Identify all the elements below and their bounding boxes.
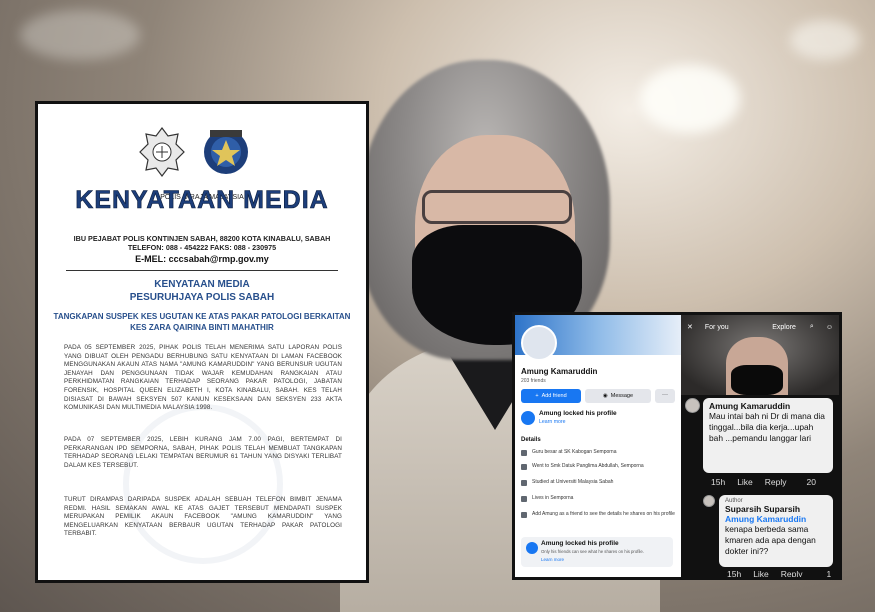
profile-icon[interactable]: ☺ (826, 324, 833, 331)
story-mask (731, 365, 783, 395)
tab-explore[interactable]: Explore (772, 324, 796, 331)
comment-bubble: Author Suparsih Suparsih Amung Kamaruddi… (719, 495, 833, 567)
detail-row: Lives in Semporna (521, 495, 677, 502)
locked-card-subtitle: Only his friends can see what he shares … (541, 549, 644, 554)
shield-icon (521, 411, 535, 425)
more-icon (521, 511, 527, 518)
mention-link[interactable]: Amung Kamaruddin (725, 514, 827, 524)
ceiling-light (20, 10, 140, 60)
phone-line: TELEFON: 088 - 454222 FAKS: 088 - 230975 (127, 243, 277, 252)
reaction-count: 1 (826, 569, 832, 579)
comment-time: 15h (727, 569, 742, 579)
profile-name: Amung Kamaruddin (521, 367, 598, 376)
reaction-count: 20 (806, 477, 816, 487)
details-heading: Details (521, 437, 541, 443)
reply-button[interactable]: Reply (765, 477, 787, 487)
home-icon (521, 495, 527, 502)
detail-row: Guru besar at SK Kabogan Semporna (521, 449, 677, 456)
comment-text: kenapa berbeda sama kmaren ada apa denga… (725, 524, 816, 556)
police-badge-icon (204, 130, 248, 174)
facebook-comments-panel: ✕ For you Explore ⌕ ☺ Amung Kamaruddin M… (681, 315, 839, 577)
detail-text: Add Amung as a friend to see the details… (532, 511, 675, 517)
locked-card-title: Amung locked his profile (541, 540, 619, 547)
headline-line-1: TANGKAPAN SUSPEK KES UGUTAN KE ATAS PAKA… (53, 312, 351, 321)
more-options-button[interactable]: ··· (655, 389, 675, 403)
learn-more-link[interactable]: Learn more (539, 419, 566, 425)
email-line: E-MEL: cccsabah@rmp.gov.my (135, 254, 269, 264)
detail-text: Lives in Semporna (532, 495, 574, 501)
news-collage: POLIS DIRAJA MALAYSIA KENYATAAN MEDIA IB… (0, 0, 875, 612)
paragraph-1: PADA 05 SEPTEMBER 2025, PIHAK POLIS TELA… (64, 344, 342, 412)
search-icon[interactable]: ⌕ (810, 323, 814, 331)
paragraph-3: TURUT DIRAMPAS DARIPADA SUSPEK ADALAH SE… (64, 496, 342, 538)
messenger-icon: ◉ (602, 393, 608, 399)
detail-row: Studied at Universiti Malaysia Sabah (521, 479, 677, 486)
comment-author[interactable]: Amung Kamaruddin (709, 401, 827, 411)
locked-profile-notice: Amung locked his profile Learn more (521, 409, 671, 431)
divider (66, 270, 338, 271)
add-friend-button[interactable]: + Add friend (521, 389, 581, 403)
message-button[interactable]: ◉ Message (585, 389, 651, 403)
detail-row: Add Amung as a friend to see the details… (521, 511, 677, 518)
tab-for-you[interactable]: For you (705, 324, 729, 331)
add-friend-label: Add friend (541, 393, 567, 399)
headline-line-2: KES ZARA QAIRINA BINTI MAHATHIR (130, 323, 274, 332)
commenter-avatar[interactable] (685, 398, 700, 413)
comment-time: 15h (711, 477, 726, 487)
shield-icon (526, 542, 538, 554)
graduation-cap-icon (521, 463, 527, 470)
commenter-avatar[interactable] (703, 495, 715, 507)
locked-profile-card: Amung locked his profile Only his friend… (521, 537, 673, 567)
locked-title: Amung locked his profile (539, 410, 617, 417)
comment-actions: 15h Like Reply 20 (711, 477, 816, 487)
briefcase-icon (521, 449, 527, 456)
comment-text: Mau intai bah ni Dr di mana dia tinggal.… (709, 411, 825, 443)
graduation-cap-icon (521, 479, 527, 486)
comment-actions: 15h Like Reply 1 (727, 569, 832, 579)
paragraph-2: PADA 07 SEPTEMBER 2025, LEBIH KURANG JAM… (64, 436, 342, 469)
comment-bubble: Amung Kamaruddin Mau intai bah ni Dr di … (703, 398, 833, 473)
profile-avatar[interactable] (521, 325, 557, 361)
detail-text: Went to Smk Datuk Panglima Abdullah, Sem… (532, 463, 644, 469)
friends-count[interactable]: 203 friends (521, 378, 546, 384)
subtitle-media-statement: KENYATAAN MEDIA (154, 279, 250, 290)
like-button[interactable]: Like (753, 569, 769, 577)
learn-more-link[interactable]: Learn more (541, 557, 564, 562)
facebook-screenshot-collage: Amung Kamaruddin 203 friends + Add frien… (512, 312, 842, 580)
detail-text: Guru besar at SK Kabogan Semporna (532, 449, 617, 455)
press-statement-document: POLIS DIRAJA MALAYSIA KENYATAAN MEDIA IB… (35, 101, 369, 583)
pdrm-crest-icon (139, 127, 185, 177)
like-button[interactable]: Like (737, 477, 753, 487)
police-crest-watermark (123, 404, 283, 564)
ceiling-light (790, 20, 860, 60)
facebook-profile-panel: Amung Kamaruddin 203 friends + Add frien… (515, 315, 681, 577)
address-line: IBU PEJABAT POLIS KONTINJEN SABAH, 88200… (73, 234, 331, 243)
comment-author[interactable]: Suparsih Suparsih (725, 504, 827, 514)
add-friend-icon: + (535, 393, 539, 399)
detail-row: Went to Smk Datuk Panglima Abdullah, Sem… (521, 463, 677, 470)
close-icon[interactable]: ✕ (687, 323, 693, 331)
detail-text: Studied at Universiti Malaysia Sabah (532, 479, 614, 485)
reply-button[interactable]: Reply (781, 569, 803, 577)
message-label: Message (610, 393, 634, 399)
glasses (422, 190, 572, 224)
story-tabs: ✕ For you Explore ⌕ ☺ (687, 321, 833, 333)
press-title: KENYATAAN MEDIA (75, 186, 329, 215)
subtitle-commissioner: PESURUHJAYA POLIS SABAH (129, 292, 275, 303)
